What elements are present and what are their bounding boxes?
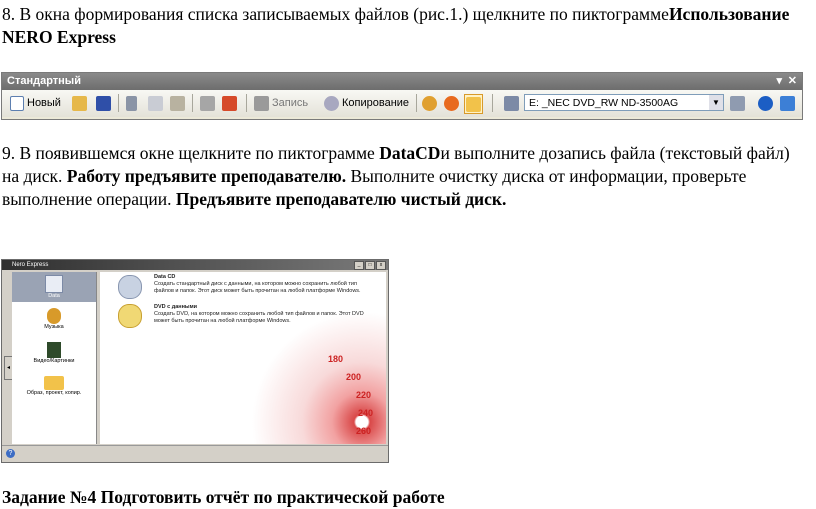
data-cd-icon xyxy=(118,275,142,299)
sidebar-item-image-project[interactable]: Образ, проект, копир. xyxy=(12,376,96,396)
chevron-down-icon[interactable]: ▼ xyxy=(709,95,723,110)
step-8-paragraph: 8. В окна формирования списка записываем… xyxy=(2,3,802,49)
option-dvd-data[interactable]: DVD с данными Создать DVD, на котором мо… xyxy=(154,304,364,325)
nero-main-panel: Data CD Создать стандартный диск с данны… xyxy=(100,272,386,444)
toolbar-title-bar: Стандартный ▾ ✕ xyxy=(2,73,802,90)
toolbar-buttons-row: Новый Запись Копирование E: _NEC DVD_RW … xyxy=(2,90,802,117)
step-9-bold-3: Предъявите преподавателю чистый диск. xyxy=(175,189,507,209)
dvd-data-icon xyxy=(118,304,142,328)
toolbar-separator xyxy=(118,94,119,112)
burn-label: Запись xyxy=(272,97,309,109)
sidebar-item-music[interactable]: Музыка xyxy=(12,308,96,330)
copy-icon xyxy=(148,95,163,111)
help-icon xyxy=(780,95,795,111)
paste-button[interactable] xyxy=(170,94,185,112)
gauge-number: 220 xyxy=(356,390,372,400)
nero-express-window: Nero Express _ □ x ◂ Data Музыка Видео/К… xyxy=(1,259,389,463)
copy-disc-label: Копирование xyxy=(342,97,410,109)
open-button[interactable] xyxy=(72,94,87,112)
nero-sidebar: Data Музыка Видео/Картинки Образ, проект… xyxy=(12,272,97,444)
folder-browser-button[interactable] xyxy=(464,94,483,114)
option-description: Создать стандартный диск с данными, на к… xyxy=(154,281,361,294)
gauge-number: 180 xyxy=(328,354,344,364)
nero-express-icon xyxy=(444,95,459,111)
music-icon xyxy=(47,308,61,324)
toolbar-title: Стандартный xyxy=(7,75,81,87)
recorder-button[interactable] xyxy=(504,94,519,112)
drive-select[interactable]: E: _NEC DVD_RW ND-3500AG ▼ xyxy=(524,94,724,111)
gauge-number: 200 xyxy=(346,372,362,382)
toolbar-separator xyxy=(492,94,493,112)
delete-button[interactable] xyxy=(222,94,237,112)
option-title: DVD с данными xyxy=(154,304,198,310)
help-icon[interactable]: ? xyxy=(6,449,15,458)
toolbar-menu-icon[interactable]: ▾ xyxy=(776,73,782,90)
folder-open-icon xyxy=(44,376,64,390)
properties-icon xyxy=(200,95,215,111)
save-button[interactable] xyxy=(96,94,111,112)
maximize-icon[interactable]: □ xyxy=(365,261,375,270)
drive-select-value: E: _NEC DVD_RW ND-3500AG xyxy=(529,97,679,109)
toolbar-separator xyxy=(246,94,247,112)
nero-window-title: Nero Express xyxy=(12,262,49,268)
step-8-text: 8. В окна формирования списка записываем… xyxy=(2,4,669,24)
burn-button[interactable]: Запись xyxy=(254,94,308,112)
film-icon xyxy=(47,342,61,358)
toolbar-close-icon[interactable]: ✕ xyxy=(788,73,797,90)
sidebar-item-label: Образ, проект, копир. xyxy=(26,390,82,396)
close-icon[interactable]: x xyxy=(376,261,386,270)
toolbar-separator xyxy=(192,94,193,112)
nero-title-bar: Nero Express _ □ x xyxy=(2,260,388,270)
step-9-bold-1: DataCD xyxy=(379,143,441,163)
toolbar-separator xyxy=(416,94,417,112)
wizard-button[interactable] xyxy=(422,94,437,112)
option-data-cd[interactable]: Data CD Создать стандартный диск с данны… xyxy=(154,274,364,295)
new-label: Новый xyxy=(27,97,61,109)
sidebar-item-label: Data xyxy=(48,293,60,299)
recorder-icon xyxy=(504,95,519,111)
sidebar-item-data[interactable]: Data xyxy=(12,275,96,299)
new-button[interactable]: Новый xyxy=(10,94,61,112)
paste-icon xyxy=(170,95,185,111)
cut-button[interactable] xyxy=(126,94,137,112)
task-heading: Задание №4 Подготовить отчёт по практиче… xyxy=(2,487,445,507)
eject-icon xyxy=(730,95,745,111)
option-title: Data CD xyxy=(154,274,176,280)
sidebar-item-video[interactable]: Видео/Картинки xyxy=(12,342,96,364)
nero-bottom-bar: ? xyxy=(2,445,388,462)
gauge-number: 260 xyxy=(356,426,372,436)
properties-button[interactable] xyxy=(200,94,215,112)
standard-toolbar: Стандартный ▾ ✕ Новый Запись Копирование xyxy=(1,72,803,120)
step-9-paragraph: 9. В появившемся окне щелкните по пиктог… xyxy=(2,142,807,211)
copy-clipboard-button[interactable] xyxy=(148,94,163,112)
step-9-bold-2: Работу предъявите преподавателю. xyxy=(66,166,347,186)
wizard-icon xyxy=(422,95,437,111)
copy-disc-icon xyxy=(324,95,339,111)
new-document-icon xyxy=(10,95,24,111)
option-description: Создать DVD, на котором можно сохранить … xyxy=(154,311,364,324)
burn-icon xyxy=(254,95,269,111)
copy-disc-button[interactable]: Копирование xyxy=(324,94,409,112)
minimize-icon[interactable]: _ xyxy=(354,261,364,270)
data-disc-icon xyxy=(45,275,63,293)
nero-express-button[interactable] xyxy=(444,94,459,112)
open-folder-icon xyxy=(72,95,87,111)
scissors-icon xyxy=(126,95,137,111)
folder-icon xyxy=(466,96,481,112)
info-button[interactable] xyxy=(758,94,773,112)
sidebar-item-label: Музыка xyxy=(44,324,64,330)
sidebar-item-label: Видео/Картинки xyxy=(33,358,75,364)
step-9-text-1: 9. В появившемся окне щелкните по пиктог… xyxy=(2,143,380,163)
help-button[interactable] xyxy=(780,94,795,112)
gauge-number: 240 xyxy=(358,408,374,418)
eject-button[interactable] xyxy=(730,94,745,112)
delete-icon xyxy=(222,95,237,111)
save-disk-icon xyxy=(96,95,111,111)
info-icon xyxy=(758,95,773,111)
